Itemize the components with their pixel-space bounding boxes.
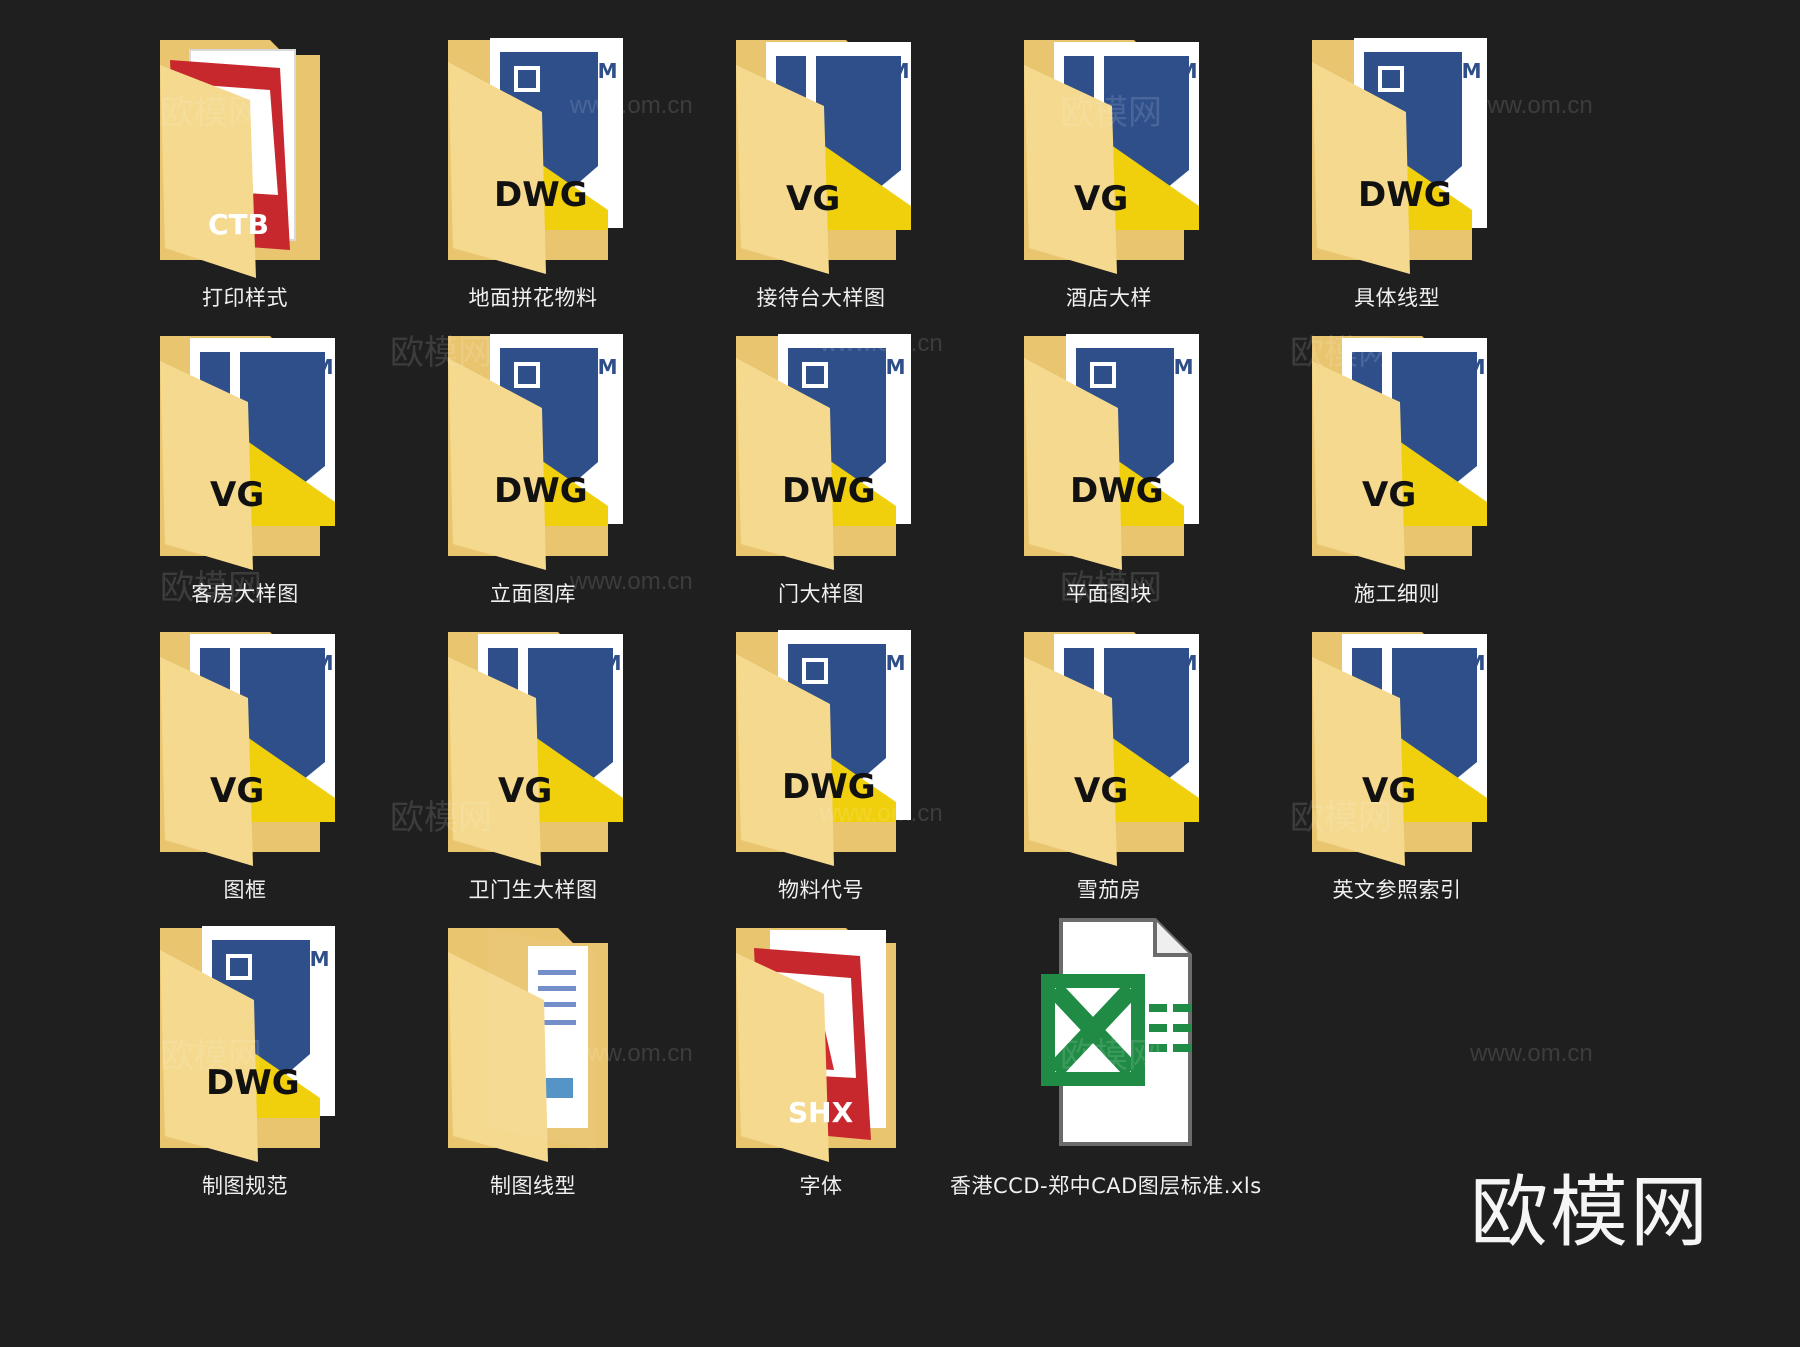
file-grid: CTB 打印样式 TM DWG 地面拼花物料 TM VG 接待台大样图 TM V… xyxy=(0,0,1800,1347)
svg-text:TM: TM xyxy=(584,59,618,83)
item-label: 物料代号 xyxy=(778,878,864,902)
item-label: 雪茄房 xyxy=(1076,878,1142,902)
svg-text:TM: TM xyxy=(872,355,906,379)
folder-item[interactable]: TM DWG 门大样图 xyxy=(691,316,951,636)
folder-item[interactable]: TM DWG 地面拼花物料 xyxy=(403,20,663,340)
svg-text:TM: TM xyxy=(1164,651,1198,675)
svg-text:TM: TM xyxy=(1164,59,1198,83)
folder-item[interactable]: CTB 打印样式 xyxy=(115,20,375,340)
item-label: 客房大样图 xyxy=(191,582,299,606)
dwg-folder-icon: TM DWG xyxy=(736,630,911,866)
excel-file-icon xyxy=(1041,918,1192,1146)
file-item[interactable]: 香港CCD-郑中CAD图层标准.xls xyxy=(950,908,1262,1228)
svg-text:DWG: DWG xyxy=(1070,471,1164,511)
svg-text:DWG: DWG xyxy=(494,471,588,511)
dwg-folder-icon: TM VG xyxy=(160,632,335,866)
svg-text:SHX: SHX xyxy=(788,1096,854,1129)
item-label: 图框 xyxy=(223,878,267,902)
svg-text:VG: VG xyxy=(1362,475,1416,515)
folder-item[interactable]: TM DWG 物料代号 xyxy=(691,612,951,932)
folder-item[interactable]: TM VG 英文参照索引 xyxy=(1267,612,1527,932)
plain-folder-icon xyxy=(448,928,608,1162)
item-label: 香港CCD-郑中CAD图层标准.xls xyxy=(950,1174,1262,1198)
ctb-folder-icon: CTB xyxy=(160,40,320,278)
item-label: 制图线型 xyxy=(490,1174,576,1198)
item-label: 打印样式 xyxy=(202,286,288,310)
folder-item[interactable]: TM DWG 制图规范 xyxy=(115,908,375,1228)
dwg-folder-icon: TM VG xyxy=(1312,632,1487,866)
svg-text:DWG: DWG xyxy=(494,175,588,215)
item-label: 卫门生大样图 xyxy=(468,878,598,902)
folder-item[interactable]: TM VG 图框 xyxy=(115,612,375,932)
svg-text:VG: VG xyxy=(1362,771,1416,811)
svg-text:TM: TM xyxy=(1452,651,1486,675)
svg-text:VG: VG xyxy=(210,475,264,515)
item-label: 接待台大样图 xyxy=(756,286,886,310)
item-label: 英文参照索引 xyxy=(1332,878,1462,902)
svg-text:TM: TM xyxy=(296,947,330,971)
svg-text:TM: TM xyxy=(300,355,334,379)
folder-item[interactable]: TM DWG 平面图块 xyxy=(979,316,1239,636)
dwg-folder-icon: TM VG xyxy=(1024,40,1199,274)
folder-item[interactable]: TM VG 接待台大样图 xyxy=(691,20,951,340)
dwg-folder-icon: TM VG xyxy=(736,40,911,274)
svg-text:VG: VG xyxy=(498,771,552,811)
item-label: 平面图块 xyxy=(1066,582,1152,606)
folder-item[interactable]: TM DWG 立面图库 xyxy=(403,316,663,636)
svg-text:TM: TM xyxy=(1160,355,1194,379)
item-label: 门大样图 xyxy=(778,582,864,606)
item-label: 施工细则 xyxy=(1354,582,1440,606)
folder-item[interactable]: SHX 字体 xyxy=(691,908,951,1228)
dwg-folder-icon: TM DWG xyxy=(1024,334,1199,570)
svg-text:VG: VG xyxy=(786,179,840,219)
folder-item[interactable]: 制图线型 xyxy=(403,908,663,1228)
dwg-folder-icon: TM DWG xyxy=(736,334,911,570)
svg-text:TM: TM xyxy=(1452,355,1486,379)
svg-text:TM: TM xyxy=(1448,59,1482,83)
svg-text:DWG: DWG xyxy=(782,471,876,511)
dwg-folder-icon: TM DWG xyxy=(448,38,623,274)
folder-item[interactable]: TM VG 客房大样图 xyxy=(115,316,375,636)
svg-text:TM: TM xyxy=(584,355,618,379)
folder-item[interactable]: TM DWG 具体线型 xyxy=(1267,20,1527,340)
svg-text:DWG: DWG xyxy=(206,1063,300,1103)
dwg-folder-icon: TM VG xyxy=(448,632,623,866)
svg-text:VG: VG xyxy=(1074,179,1128,219)
svg-text:VG: VG xyxy=(1074,771,1128,811)
dwg-folder-icon: TM DWG xyxy=(160,926,335,1162)
folder-item[interactable]: TM VG 卫门生大样图 xyxy=(403,612,663,932)
item-label: 制图规范 xyxy=(202,1174,288,1198)
shx-folder-icon: SHX xyxy=(736,928,896,1162)
svg-text:TM: TM xyxy=(876,59,910,83)
item-label: 字体 xyxy=(799,1174,843,1198)
item-label: 地面拼花物料 xyxy=(468,286,598,310)
dwg-folder-icon: TM DWG xyxy=(448,334,623,570)
dwg-folder-icon: TM DWG xyxy=(1312,38,1487,274)
dwg-folder-icon: TM VG xyxy=(160,336,335,570)
dwg-folder-icon: TM VG xyxy=(1312,336,1487,570)
svg-text:DWG: DWG xyxy=(782,767,876,807)
svg-text:CTB: CTB xyxy=(208,208,269,241)
svg-text:TM: TM xyxy=(872,651,906,675)
svg-text:TM: TM xyxy=(300,651,334,675)
svg-text:DWG: DWG xyxy=(1358,175,1452,215)
svg-text:TM: TM xyxy=(588,651,622,675)
dwg-folder-icon: TM VG xyxy=(1024,632,1199,866)
brand-watermark: 欧模网 xyxy=(1470,1168,1711,1258)
item-label: 酒店大样 xyxy=(1066,286,1152,310)
svg-text:VG: VG xyxy=(210,771,264,811)
item-label: 具体线型 xyxy=(1354,286,1440,310)
folder-item[interactable]: TM VG 雪茄房 xyxy=(979,612,1239,932)
folder-item[interactable]: TM VG 酒店大样 xyxy=(979,20,1239,340)
item-label: 立面图库 xyxy=(490,582,576,606)
folder-item[interactable]: TM VG 施工细则 xyxy=(1267,316,1527,636)
